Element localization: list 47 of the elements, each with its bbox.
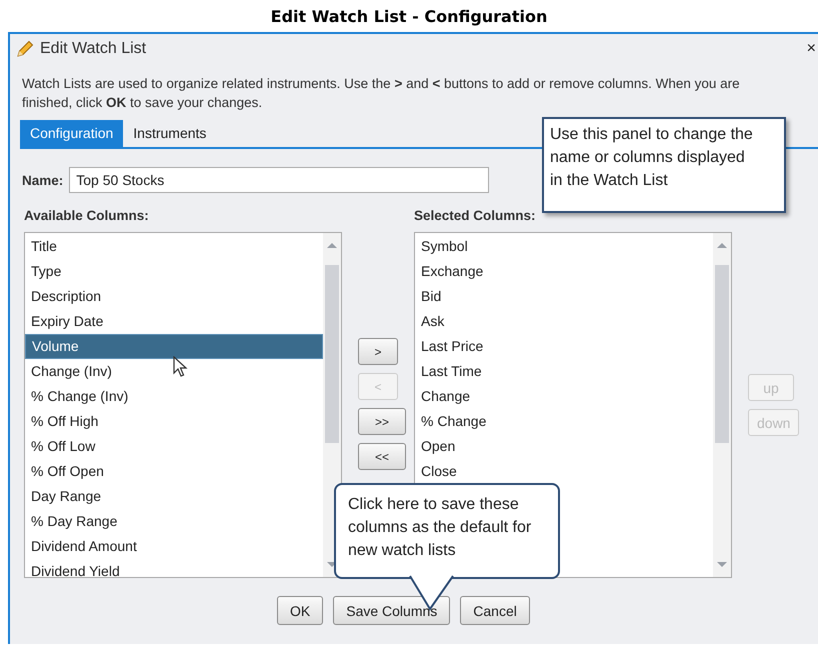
list-item[interactable]: Close: [415, 459, 713, 484]
page-title: Edit Watch List - Configuration: [270, 6, 548, 26]
list-item[interactable]: Day Range: [25, 484, 323, 509]
list-item[interactable]: % Off Low: [25, 434, 323, 459]
scroll-up-icon[interactable]: [326, 241, 338, 249]
list-item[interactable]: Bid: [415, 284, 713, 309]
list-item[interactable]: Change: [415, 384, 713, 409]
list-item[interactable]: Expiry Date: [25, 309, 323, 334]
tab[interactable]: Instruments: [123, 120, 216, 147]
cursor-icon: [173, 356, 189, 378]
tab[interactable]: Configuration: [20, 120, 124, 147]
list-item[interactable]: Type: [25, 259, 323, 284]
dialog-button[interactable]: OK: [277, 596, 324, 625]
list-item[interactable]: Open: [415, 434, 713, 459]
list-item[interactable]: Exchange: [415, 259, 713, 284]
window-title: Edit Watch List: [40, 40, 146, 58]
list-item[interactable]: Volume: [25, 334, 323, 359]
column-label: Selected Columns:: [414, 208, 536, 223]
list-item[interactable]: % Day Range: [25, 509, 323, 534]
pencil-icon: [16, 40, 34, 58]
scroll-up-icon[interactable]: [716, 241, 728, 249]
list-item[interactable]: Title: [25, 234, 323, 259]
close-button[interactable]: ×: [804, 40, 818, 58]
move-button[interactable]: >: [358, 338, 398, 365]
list-item[interactable]: % Off Open: [25, 459, 323, 484]
scrollbar[interactable]: [713, 233, 731, 577]
list-item[interactable]: Last Time: [415, 359, 713, 384]
dialog-button[interactable]: Cancel: [460, 596, 530, 625]
description: Watch Lists are used to organize related instruments. Use the > and < buttons to add or remove columns. When you are finished, click OK to save your changes.: [22, 75, 741, 112]
column-label: Available Columns:: [24, 208, 149, 223]
list-item[interactable]: % Change (Inv): [25, 384, 323, 409]
list-item[interactable]: Last Price: [415, 334, 713, 359]
list-item[interactable]: Dividend Amount: [25, 534, 323, 559]
name-field[interactable]: Top 50 Stocks: [69, 167, 490, 193]
list-item[interactable]: Description: [25, 284, 323, 309]
move-button[interactable]: <<: [358, 443, 406, 470]
list-item[interactable]: Symbol: [415, 234, 713, 259]
list-item[interactable]: Dividend Yield: [25, 559, 323, 577]
scrollbar[interactable]: [323, 233, 341, 577]
callout-tooltip: Click here to save these columns as the default for new watch lists: [334, 483, 560, 579]
list-item[interactable]: % Change: [415, 409, 713, 434]
list-item[interactable]: % Off High: [25, 409, 323, 434]
move-button[interactable]: >>: [358, 408, 406, 435]
name-label: Name:: [22, 172, 64, 188]
callout-tooltip: Use this panel to change the name or columns displayed in the Watch List: [542, 117, 786, 213]
list-item[interactable]: Change (Inv): [25, 359, 323, 384]
list-item[interactable]: Ask: [415, 309, 713, 334]
